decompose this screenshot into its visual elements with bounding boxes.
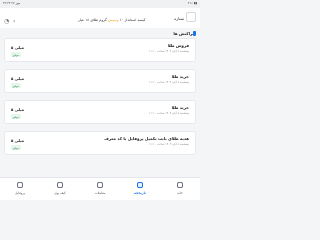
transaction-title: خرید طلا (171, 74, 189, 79)
section-title: تراکنش ها (173, 31, 194, 36)
transaction-title: خرید طلا (171, 105, 189, 110)
tab-history[interactable]: تاریخچه (120, 178, 160, 201)
status-right: ۴۱٪ ▮▮ (187, 1, 197, 5)
transaction-amount: ۵ میلی (11, 45, 24, 50)
tab-trades[interactable]: معاملات (80, 178, 120, 201)
profile-icon (17, 182, 23, 188)
tab-label: خانه (177, 191, 183, 195)
home-icon (177, 182, 183, 188)
transaction-card[interactable]: خرید طلا پنجشنبه ۸ آبان ۱۴۰۳ ساعت ۱۱:۱۰ … (4, 100, 196, 124)
transaction-amount: ۵ میلی (11, 107, 24, 112)
status-badge: موفق (11, 52, 21, 58)
brand-logo (186, 12, 196, 22)
tab-label: پروفایل (15, 191, 25, 195)
status-badge: موفق (11, 145, 21, 151)
promo-prefix: کیسه استانداز ۱۰ (119, 18, 146, 22)
tab-label: تاریخچه (134, 191, 146, 195)
wallet-icon (57, 182, 63, 188)
transaction-amount: ۵ میلی (11, 138, 24, 143)
section-marker-icon (193, 31, 196, 36)
transaction-title: فروش طلا (167, 43, 189, 48)
tab-wallet[interactable]: کیف پول (40, 178, 80, 201)
trades-icon (97, 182, 103, 188)
brand-text: ستاره (174, 16, 184, 21)
tab-label: معاملات (94, 191, 106, 195)
tab-label: کیف پول (54, 191, 66, 195)
tab-home[interactable]: خانه (160, 178, 200, 201)
transaction-title: هدیه طلای بابت تکمیل پروفایل با کد معرف (104, 136, 189, 141)
status-badge: موفق (11, 114, 21, 120)
status-badge: موفق (11, 83, 21, 89)
notification-icon[interactable]: ◔ (4, 19, 10, 25)
transaction-amount: ۵ میلی (11, 76, 24, 81)
transaction-card[interactable]: هدیه طلای بابت تکمیل پروفایل با کد معرف … (4, 131, 196, 155)
transaction-meta: پنجشنبه ۸ آبان ۱۴۰۳ ساعت ۱۱:۱۰ (148, 111, 189, 115)
app-header: ستاره کیسه استانداز ۱۰ وسپس گروم طلای ۱۸… (0, 8, 200, 28)
transaction-meta: پنجشنبه ۸ آبان ۱۴۰۳ ساعت ۱۱:۱۰ (148, 80, 189, 84)
history-icon (137, 182, 143, 188)
transaction-meta: پنجشنبه ۸ آبان ۱۴۰۳ ساعت ۱۱:۱۰ (148, 49, 189, 53)
promo-suffix: گروم طلای ۱۸ عیار (78, 18, 107, 22)
status-bar: ۴۲:۴۴ ۲۷ مهر ۴۱٪ ▮▮ (0, 0, 200, 8)
promo-banner[interactable]: کیسه استانداز ۱۰ وسپس گروم طلای ۱۸ عیار (78, 18, 154, 22)
status-left: ۴۲:۴۴ ۲۷ مهر (3, 1, 21, 5)
transaction-card[interactable]: خرید طلا پنجشنبه ۸ آبان ۱۴۰۳ ساعت ۱۱:۱۰ … (4, 69, 196, 93)
bottom-tab-bar: پروفایل کیف پول معاملات تاریخچه خانه (0, 177, 200, 200)
promo-highlight: وسپس (108, 18, 119, 22)
transaction-card[interactable]: فروش طلا پنجشنبه ۸ آبان ۱۴۰۳ ساعت ۱۱:۱۰ … (4, 38, 196, 62)
tab-profile[interactable]: پروفایل (0, 178, 40, 201)
transaction-meta: پنجشنبه ۸ آبان ۱۴۰۳ ساعت ۱۱:۱۰ (148, 142, 189, 146)
chevron-left-icon[interactable]: ‹ (13, 19, 19, 25)
